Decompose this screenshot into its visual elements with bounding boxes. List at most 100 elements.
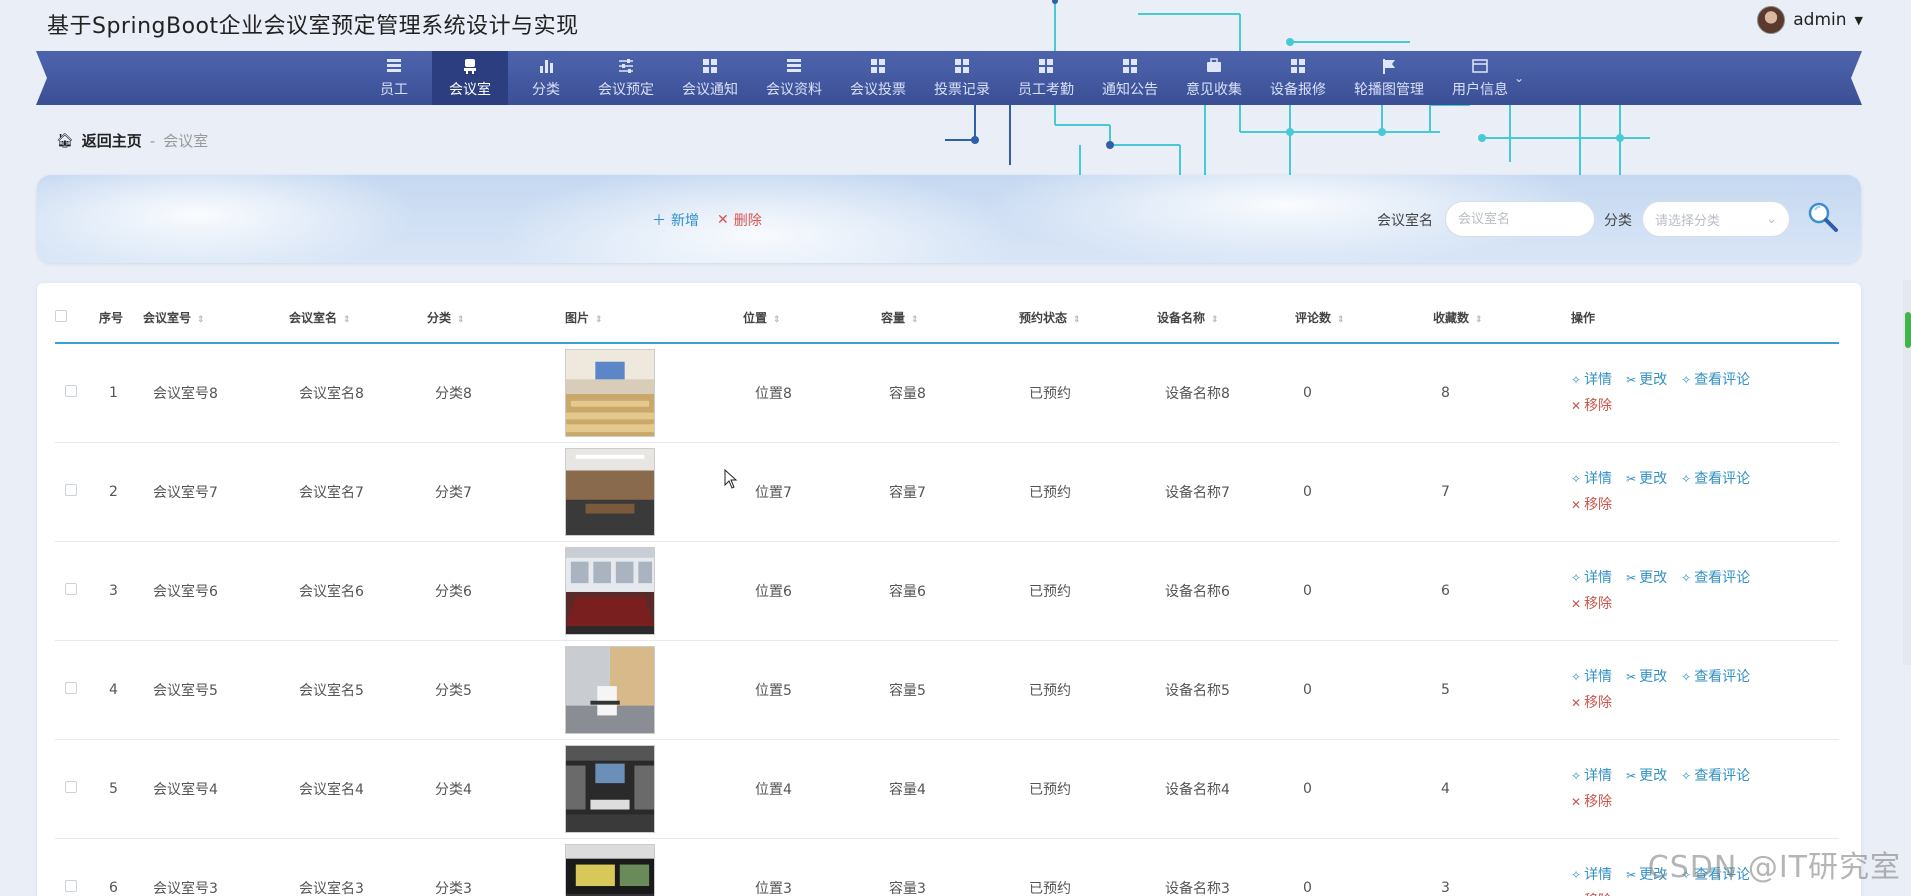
row-checkbox-cell bbox=[55, 541, 99, 640]
edit-button[interactable]: ✂ 更改 bbox=[1626, 372, 1667, 388]
remove-button[interactable]: ✕移除 bbox=[1571, 893, 1612, 896]
category-select[interactable]: 请选择分类 ⌄ bbox=[1642, 201, 1790, 237]
room-image[interactable] bbox=[565, 843, 655, 896]
detail-label: 详情 bbox=[1584, 668, 1613, 685]
row-checkbox[interactable] bbox=[65, 384, 77, 397]
column-header-label: 预约状态 bbox=[1019, 311, 1068, 325]
user-menu[interactable]: admin ▼ bbox=[1757, 6, 1863, 34]
breadcrumb-current: 会议室 bbox=[163, 132, 209, 150]
room-image[interactable] bbox=[565, 744, 655, 833]
room-image[interactable] bbox=[565, 348, 655, 437]
nav-item-5[interactable]: 会议资料 bbox=[752, 51, 836, 105]
nav-item-2[interactable]: 分类 bbox=[508, 51, 584, 105]
remove-button[interactable]: ✕移除 bbox=[1571, 794, 1612, 810]
remove-button[interactable]: ✕移除 bbox=[1571, 497, 1612, 513]
sort-icon[interactable]: ⇕ bbox=[197, 315, 205, 325]
nav-item-13[interactable]: 用户信息 bbox=[1438, 51, 1522, 105]
row-checkbox[interactable] bbox=[65, 483, 77, 496]
column-header[interactable]: 收藏数 ⇕ bbox=[1433, 293, 1571, 343]
column-header[interactable]: 容量 ⇕ bbox=[881, 293, 1019, 343]
nav-item-8[interactable]: 员工考勤 bbox=[1004, 51, 1088, 105]
column-header[interactable]: 会议室名 ⇕ bbox=[289, 293, 427, 343]
sort-icon[interactable]: ⇕ bbox=[595, 315, 603, 325]
row-checkbox-cell bbox=[55, 739, 99, 838]
cell-capacity: 容量6 bbox=[889, 583, 926, 600]
search-icon[interactable] bbox=[1805, 199, 1841, 235]
delete-button[interactable]: ✕ 删除 bbox=[717, 210, 762, 230]
cell-no: 1 bbox=[109, 384, 118, 401]
nav-item-7[interactable]: 投票记录 bbox=[920, 51, 1004, 105]
column-header: 操作 bbox=[1571, 293, 1839, 343]
breadcrumb-home[interactable]: 返回主页 bbox=[82, 130, 142, 151]
view-comments-button[interactable]: ✧ 查看评论 bbox=[1681, 768, 1750, 784]
sort-icon[interactable]: ⇕ bbox=[773, 315, 781, 325]
remove-button[interactable]: ✕移除 bbox=[1571, 596, 1612, 612]
sort-icon[interactable]: ⇕ bbox=[1475, 315, 1483, 325]
detail-button[interactable]: ✧ 详情 bbox=[1571, 372, 1612, 388]
column-header[interactable]: 评论数 ⇕ bbox=[1295, 293, 1433, 343]
detail-button[interactable]: ✧ 详情 bbox=[1571, 570, 1612, 586]
nav-item-11[interactable]: 设备报修 bbox=[1256, 51, 1340, 105]
edit-button[interactable]: ✂ 更改 bbox=[1626, 570, 1667, 586]
room-image-cell bbox=[565, 442, 743, 541]
column-header[interactable]: 位置 ⇕ bbox=[743, 293, 881, 343]
sort-icon[interactable]: ⇕ bbox=[457, 315, 465, 325]
room-image[interactable] bbox=[565, 546, 655, 635]
edit-button[interactable]: ✂ 更改 bbox=[1626, 768, 1667, 784]
detail-button[interactable]: ✧ 详情 bbox=[1571, 471, 1612, 487]
detail-button[interactable]: ✧ 详情 bbox=[1571, 768, 1612, 784]
column-header-label: 会议室号 bbox=[143, 311, 192, 325]
remove-label: 移除 bbox=[1584, 595, 1613, 612]
select-all-checkbox[interactable] bbox=[55, 310, 67, 322]
edit-button[interactable]: ✂ 更改 bbox=[1626, 669, 1667, 685]
nav-item-3[interactable]: 会议预定 bbox=[584, 51, 668, 105]
nav-more-chevron-icon[interactable]: ⌄ bbox=[1514, 71, 1524, 105]
row-checkbox[interactable] bbox=[65, 582, 77, 595]
row-checkbox[interactable] bbox=[65, 681, 77, 694]
comments-label: 查看评论 bbox=[1694, 569, 1751, 586]
column-header[interactable]: 图片 ⇕ bbox=[565, 293, 743, 343]
detail-label: 详情 bbox=[1584, 767, 1613, 784]
nav-item-0[interactable]: 员工 bbox=[356, 51, 432, 105]
column-header[interactable]: 设备名称 ⇕ bbox=[1157, 293, 1295, 343]
view-comments-button[interactable]: ✧ 查看评论 bbox=[1681, 669, 1750, 685]
cell-favorites: 6 bbox=[1441, 582, 1450, 599]
sort-icon[interactable]: ⇕ bbox=[1211, 315, 1219, 325]
column-header[interactable]: 预约状态 ⇕ bbox=[1019, 293, 1157, 343]
sort-icon[interactable]: ⇕ bbox=[1337, 315, 1345, 325]
column-header[interactable]: 分类 ⇕ bbox=[427, 293, 565, 343]
edit-button[interactable]: ✂ 更改 bbox=[1626, 471, 1667, 487]
detail-button[interactable]: ✧ 详情 bbox=[1571, 669, 1612, 685]
sort-icon[interactable]: ⇕ bbox=[1073, 315, 1081, 325]
cell-device: 设备名称5 bbox=[1165, 682, 1230, 699]
view-comments-button[interactable]: ✧ 查看评论 bbox=[1681, 570, 1750, 586]
sort-icon[interactable]: ⇕ bbox=[343, 315, 351, 325]
nav-item-4[interactable]: 会议通知 bbox=[668, 51, 752, 105]
room-image[interactable] bbox=[565, 645, 655, 734]
breadcrumb-separator: - bbox=[149, 131, 156, 150]
nav-item-1[interactable]: 会议室 bbox=[432, 51, 508, 105]
cell-capacity: 容量3 bbox=[889, 880, 926, 896]
remove-button[interactable]: ✕移除 bbox=[1571, 398, 1612, 414]
view-comments-button[interactable]: ✧ 查看评论 bbox=[1681, 372, 1750, 388]
row-checkbox[interactable] bbox=[65, 879, 77, 892]
nav-item-12[interactable]: 轮播图管理 bbox=[1340, 51, 1438, 105]
room-image[interactable] bbox=[565, 447, 655, 536]
remove-button[interactable]: ✕移除 bbox=[1571, 695, 1612, 711]
row-checkbox[interactable] bbox=[65, 780, 77, 793]
cell-room-name: 会议室名4 bbox=[299, 781, 364, 798]
home-icon[interactable]: 🏠︎ bbox=[56, 133, 74, 149]
table-row: 6 会议室号3 会议室名3 分类3 位置3 容量3 已预约 设备名称3 0 3 ✧ 详情 ✂ 更改 ✧ 查看评… bbox=[55, 838, 1839, 896]
sort-icon[interactable]: ⇕ bbox=[911, 315, 919, 325]
cell-comments: 0 bbox=[1303, 582, 1312, 599]
room-name-input[interactable] bbox=[1445, 201, 1595, 237]
nav-item-6[interactable]: 会议投票 bbox=[836, 51, 920, 105]
close-icon: ✕ bbox=[1571, 695, 1582, 710]
nav-item-9[interactable]: 通知公告 bbox=[1088, 51, 1172, 105]
add-button[interactable]: ＋ 新增 bbox=[652, 210, 699, 230]
scrollbar-thumb[interactable] bbox=[1905, 312, 1911, 348]
view-comments-button[interactable]: ✧ 查看评论 bbox=[1681, 471, 1750, 487]
column-header[interactable]: 会议室号 ⇕ bbox=[143, 293, 289, 343]
nav-item-10[interactable]: 意见收集 bbox=[1172, 51, 1256, 105]
detail-button[interactable]: ✧ 详情 bbox=[1571, 867, 1612, 883]
